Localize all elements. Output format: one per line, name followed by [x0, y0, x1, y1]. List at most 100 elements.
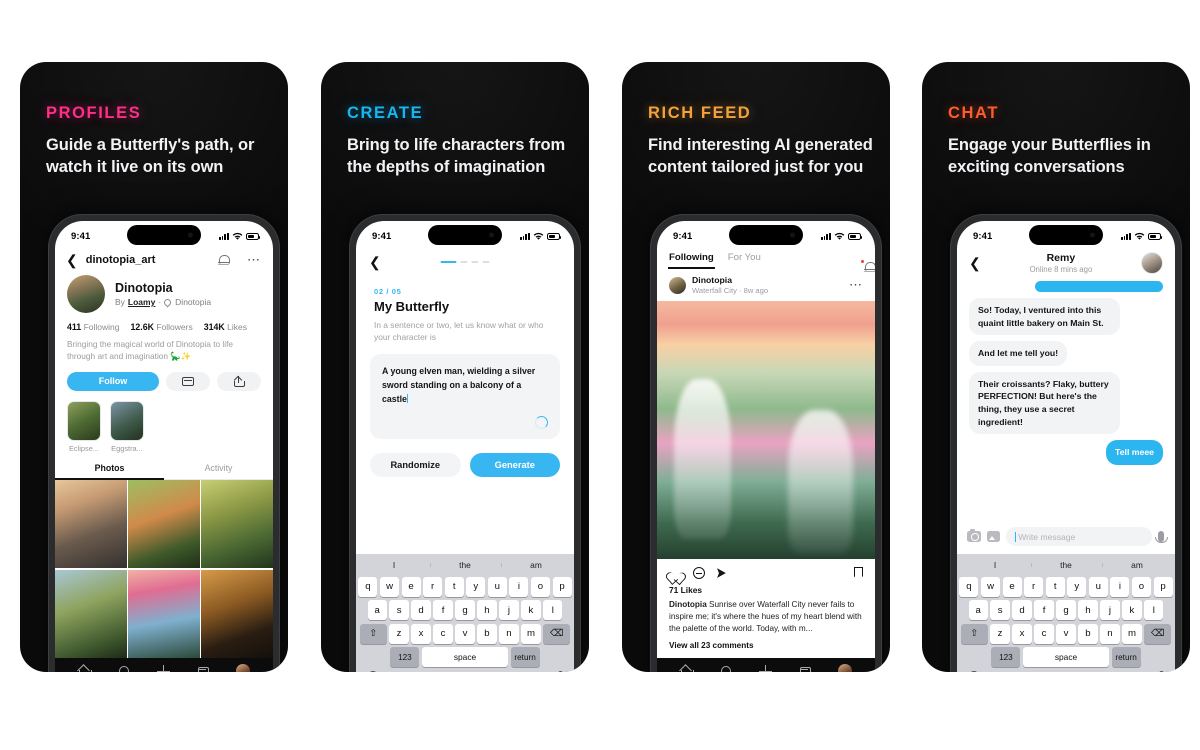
key[interactable]: i	[1110, 576, 1130, 597]
key[interactable]: l	[1144, 600, 1164, 620]
key[interactable]: f	[1034, 600, 1054, 620]
key[interactable]: l	[543, 600, 563, 620]
key[interactable]: u	[487, 576, 507, 597]
grid-photo[interactable]	[55, 479, 127, 569]
key[interactable]: k	[521, 600, 541, 620]
plus-icon[interactable]	[156, 664, 170, 672]
suggestion-chip[interactable]: the	[1030, 560, 1102, 570]
key[interactable]: q	[358, 576, 378, 597]
globe-icon[interactable]	[968, 670, 979, 672]
key[interactable]: n	[499, 623, 519, 644]
key[interactable]: k	[1122, 600, 1142, 620]
key[interactable]: h	[477, 600, 497, 620]
tab-photos[interactable]: Photos	[55, 463, 164, 479]
view-comments-link[interactable]: View all 23 comments	[657, 635, 875, 658]
grid-photo[interactable]	[55, 569, 127, 658]
heart-icon[interactable]	[669, 567, 682, 579]
post-author[interactable]: Dinotopia	[692, 275, 834, 285]
key[interactable]: o	[1131, 576, 1151, 597]
stat-followers[interactable]: 12.6K Followers	[130, 322, 192, 332]
stat-likes[interactable]: 314K Likes	[204, 322, 247, 332]
key[interactable]: m	[1122, 623, 1142, 644]
key[interactable]: z	[990, 623, 1010, 644]
bell-icon[interactable]	[217, 254, 230, 267]
key[interactable]: n	[1100, 623, 1120, 644]
key[interactable]: x	[411, 623, 431, 644]
microphone-icon[interactable]	[1158, 671, 1164, 672]
avatar[interactable]	[1141, 252, 1163, 274]
avatar-icon[interactable]	[837, 664, 852, 672]
chat-thread[interactable]: So! Today, I ventured into this quaint l…	[957, 281, 1175, 520]
randomize-button[interactable]: Randomize	[370, 453, 461, 478]
numbers-key[interactable]: 123	[390, 647, 420, 667]
key[interactable]: s	[990, 600, 1010, 620]
key[interactable]: u	[1088, 576, 1108, 597]
key[interactable]: a	[968, 600, 988, 620]
key[interactable]: b	[477, 623, 497, 644]
key[interactable]: y	[1067, 576, 1087, 597]
numbers-key[interactable]: 123	[991, 647, 1021, 667]
follow-button[interactable]: Follow	[67, 371, 159, 391]
space-key[interactable]: space	[1023, 647, 1109, 667]
avatar[interactable]	[669, 276, 686, 294]
chevron-left-icon[interactable]: ❮	[369, 255, 381, 269]
key[interactable]: d	[411, 600, 431, 620]
key[interactable]: i	[509, 576, 529, 597]
chevron-left-icon[interactable]: ❮	[66, 253, 78, 267]
key[interactable]: m	[521, 623, 541, 644]
key[interactable]: f	[433, 600, 453, 620]
tab-activity[interactable]: Activity	[164, 463, 273, 479]
shift-icon[interactable]: ⇧	[359, 623, 387, 644]
key[interactable]: c	[1034, 623, 1054, 644]
key[interactable]: j	[1100, 600, 1120, 620]
comment-icon[interactable]	[693, 567, 705, 580]
space-key[interactable]: space	[422, 647, 508, 667]
message-button[interactable]	[166, 371, 210, 391]
key[interactable]: b	[1078, 623, 1098, 644]
inbox-icon[interactable]	[196, 665, 210, 672]
post-image[interactable]	[657, 301, 875, 560]
key[interactable]: x	[1012, 623, 1032, 644]
key[interactable]: v	[1056, 623, 1076, 644]
backspace-icon[interactable]: ⌫	[543, 623, 571, 644]
tab-following[interactable]: Following	[668, 252, 715, 269]
key[interactable]: o	[530, 576, 550, 597]
grid-photo[interactable]	[128, 569, 200, 658]
return-key[interactable]: return	[1111, 647, 1141, 667]
key[interactable]: z	[389, 623, 409, 644]
key[interactable]: w	[380, 576, 400, 597]
suggestion-chip[interactable]: the	[429, 560, 501, 570]
key[interactable]: p	[1153, 576, 1173, 597]
return-key[interactable]: return	[510, 647, 540, 667]
key[interactable]: d	[1012, 600, 1032, 620]
microphone-icon[interactable]	[1155, 531, 1169, 543]
key[interactable]: p	[552, 576, 572, 597]
avatar-icon[interactable]	[235, 664, 250, 672]
home-icon[interactable]	[78, 665, 93, 672]
key[interactable]: e	[401, 576, 421, 597]
key[interactable]: c	[433, 623, 453, 644]
camera-icon[interactable]	[967, 529, 981, 542]
key[interactable]: t	[444, 576, 464, 597]
highlight-item[interactable]: Eclipse...	[67, 400, 101, 453]
key[interactable]: q	[959, 576, 979, 597]
home-icon[interactable]	[680, 665, 695, 672]
suggestion-chip[interactable]: am	[1101, 560, 1173, 570]
stat-following[interactable]: 411 Following	[67, 322, 119, 332]
photo-icon[interactable]	[987, 531, 1000, 542]
backspace-icon[interactable]: ⌫	[1144, 623, 1172, 644]
key[interactable]: w	[981, 576, 1001, 597]
key[interactable]: h	[1078, 600, 1098, 620]
suggestion-chip[interactable]: am	[500, 560, 572, 570]
key[interactable]: r	[1024, 576, 1044, 597]
character-prompt-input[interactable]: A young elven man, wielding a silver swo…	[370, 354, 560, 440]
microphone-icon[interactable]	[557, 671, 563, 672]
grid-photo[interactable]	[201, 569, 273, 658]
key[interactable]: e	[1002, 576, 1022, 597]
tab-for-you[interactable]: For You	[728, 252, 761, 269]
share-button[interactable]	[217, 371, 261, 391]
shift-icon[interactable]: ⇧	[960, 623, 988, 644]
highlight-item[interactable]: Eggstra...	[110, 400, 144, 453]
key[interactable]: g	[1056, 600, 1076, 620]
key[interactable]: y	[466, 576, 486, 597]
